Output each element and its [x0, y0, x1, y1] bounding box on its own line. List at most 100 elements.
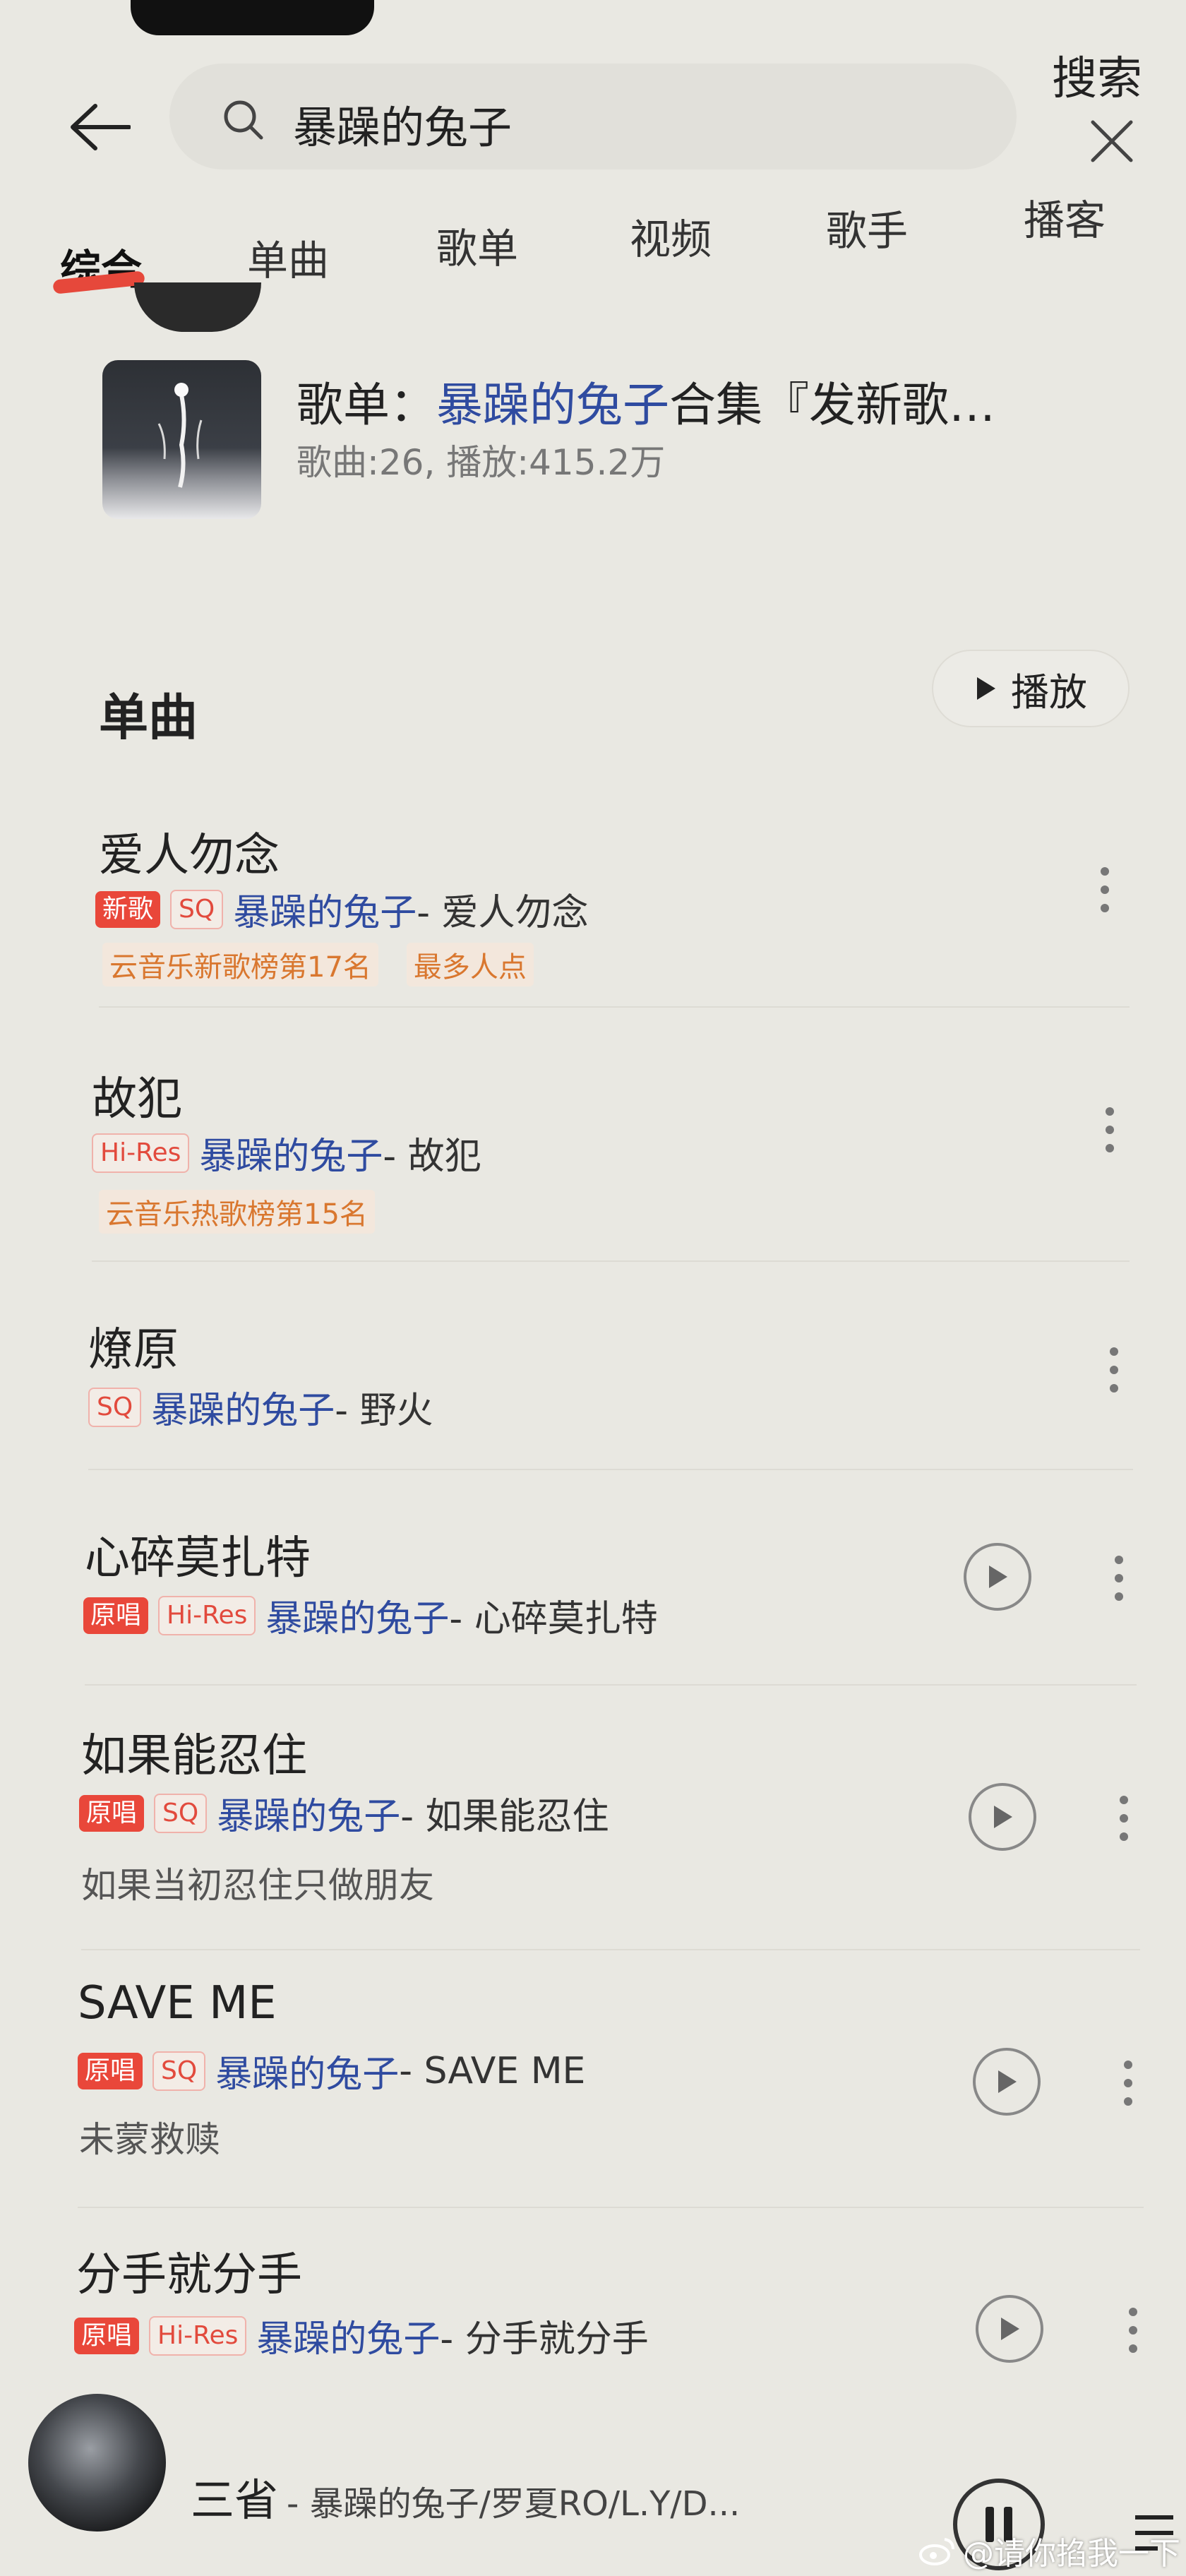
song-original: - 野火 — [335, 1390, 433, 1432]
mv-play-button[interactable] — [976, 2295, 1043, 2363]
badge-original: 原唱 — [74, 2317, 140, 2354]
song-subtitle: Hi-Res 暴躁的兔子 - 故犯 — [92, 1126, 481, 1179]
tab-podcasts[interactable]: 播客 — [1024, 187, 1106, 246]
song-subtitle: 新歌 SQ 暴躁的兔子 - 爱人勿念 — [95, 883, 589, 936]
clear-icon[interactable] — [1080, 109, 1144, 173]
song-title: 爱人勿念 — [99, 830, 280, 882]
badge-sq: SQ — [88, 1387, 142, 1427]
more-options-icon[interactable] — [1119, 2295, 1147, 2366]
song-item[interactable]: 分手就分手 原唱 Hi-Res 暴躁的兔子 - 分手就分手 — [0, 2235, 1186, 2390]
chart-tag: 云音乐新歌榜第17名 — [102, 943, 378, 986]
search-input[interactable]: 暴躁的兔子 — [169, 64, 1133, 169]
more-options-icon[interactable] — [1091, 854, 1119, 925]
mv-play-button[interactable] — [973, 2048, 1041, 2116]
song-original: - 爱人勿念 — [417, 892, 589, 934]
search-icon — [224, 100, 263, 140]
search-query[interactable]: 暴躁的兔子 — [293, 92, 512, 155]
weibo-watermark: @请你掐我一下 — [918, 2528, 1180, 2573]
song-item[interactable]: 爱人勿念 新歌 SQ 暴躁的兔子 - 爱人勿念 云音乐新歌榜第17名 最多人点 — [0, 805, 1186, 1010]
play-icon — [994, 1806, 1012, 1828]
playlist-result[interactable]: 歌单：暴躁的兔子合集『发新歌… 歌曲:26, 播放:415.2万 — [0, 339, 1186, 551]
play-all-button[interactable]: 播放 — [932, 650, 1130, 727]
mv-play-button[interactable] — [964, 1543, 1031, 1611]
search-button[interactable]: 搜索 — [1052, 42, 1142, 107]
badge-hi-res: Hi-Res — [158, 1595, 256, 1635]
song-item[interactable]: 如果能忍住 原唱 SQ 暴躁的兔子 - 如果能忍住 如果当初忍住只做朋友 — [0, 1716, 1186, 1921]
song-item[interactable]: 故犯 Hi-Res 暴躁的兔子 - 故犯 云音乐热歌榜第15名 — [0, 1052, 1186, 1257]
divider — [81, 1949, 1140, 1950]
back-arrow-icon — [71, 104, 131, 150]
playlist-title-prefix: 歌单： — [296, 378, 436, 432]
song-title: 燎原 — [88, 1324, 179, 1376]
more-options-icon[interactable] — [1110, 1783, 1138, 1854]
song-original: - 如果能忍住 — [400, 1796, 609, 1838]
mv-play-button[interactable] — [969, 1783, 1036, 1851]
song-item[interactable]: 燎原 SQ 暴躁的兔子 - 野火 — [0, 1306, 1186, 1462]
play-icon — [998, 2070, 1017, 2093]
play-icon — [989, 1566, 1007, 1588]
play-all-label: 播放 — [1011, 669, 1087, 715]
playlist-title-highlight: 暴躁的兔子 — [436, 378, 669, 432]
song-tags: 云音乐热歌榜第15名 — [99, 1190, 375, 1234]
song-subtitle: 原唱 Hi-Res 暴躁的兔子 - 心碎莫扎特 — [83, 1589, 658, 1642]
more-options-icon[interactable] — [1096, 1095, 1124, 1165]
badge-hi-res: Hi-Res — [92, 1133, 190, 1173]
song-title: 心碎莫扎特 — [85, 1532, 311, 1585]
song-original: - 分手就分手 — [440, 2318, 649, 2361]
popular-tag: 最多人点 — [406, 943, 534, 986]
badge-original: 原唱 — [79, 1794, 145, 1832]
song-title: SAVE ME — [78, 1977, 277, 2029]
tab-videos[interactable]: 视频 — [630, 206, 712, 266]
more-options-icon[interactable] — [1105, 1543, 1133, 1614]
divider — [99, 1006, 1130, 1008]
song-original: - 故犯 — [383, 1135, 481, 1178]
song-original: - SAVE ME — [399, 2049, 586, 2092]
badge-hi-res: Hi-Res — [149, 2315, 247, 2356]
playlist-cover — [102, 360, 261, 519]
song-subtitle: 原唱 Hi-Res 暴躁的兔子 - 分手就分手 — [74, 2309, 649, 2362]
badge-sq: SQ — [170, 889, 224, 929]
artist-link[interactable]: 暴躁的兔子 — [217, 1787, 400, 1839]
cover-art-icon — [157, 383, 203, 488]
artist-link[interactable]: 暴躁的兔子 — [233, 883, 417, 936]
back-button[interactable] — [64, 99, 134, 155]
playlist-meta: 歌曲:26, 播放:415.2万 — [296, 442, 666, 483]
tab-artists[interactable]: 歌手 — [826, 198, 908, 257]
divider — [85, 1684, 1137, 1686]
artist-link[interactable]: 暴躁的兔子 — [151, 1381, 335, 1433]
badge-sq: SQ — [154, 1793, 208, 1833]
more-options-icon[interactable] — [1114, 2048, 1142, 2118]
now-playing-cover[interactable] — [28, 2394, 166, 2532]
tab-songs[interactable]: 单曲 — [247, 227, 329, 287]
avatar — [134, 282, 261, 332]
play-icon — [1001, 2318, 1019, 2340]
playlist-title-suffix: 合集『发新歌… — [669, 378, 995, 432]
song-original: - 心碎莫扎特 — [449, 1598, 658, 1640]
song-subtitle: 原唱 SQ 暴躁的兔子 - 如果能忍住 — [79, 1787, 609, 1839]
song-subtitle: SQ 暴躁的兔子 - 野火 — [88, 1381, 433, 1433]
badge-sq: SQ — [152, 2051, 206, 2091]
artist-link[interactable]: 暴躁的兔子 — [265, 1589, 449, 1642]
song-item[interactable]: 心碎莫扎特 原唱 Hi-Res 暴躁的兔子 - 心碎莫扎特 — [0, 1511, 1186, 1674]
chart-tag: 云音乐热歌榜第15名 — [99, 1190, 375, 1234]
divider — [78, 2207, 1144, 2208]
song-title: 分手就分手 — [76, 2249, 302, 2301]
section-title-singles: 单曲 — [99, 688, 198, 746]
more-options-icon[interactable] — [1100, 1335, 1128, 1405]
song-title: 如果能忍住 — [81, 1730, 307, 1782]
now-playing-artists: - 暴躁的兔子/罗夏RO/L.Y/D... — [287, 2484, 741, 2524]
play-icon — [977, 677, 995, 700]
artist-link[interactable]: 暴躁的兔子 — [199, 1126, 383, 1179]
playlist-title: 歌单：暴躁的兔子合集『发新歌… — [296, 367, 995, 435]
now-playing-title: 三省 - 暴躁的兔子/罗夏RO/L.Y/D... — [191, 2464, 740, 2528]
divider — [88, 1469, 1133, 1470]
search-header: 暴躁的兔子 搜索 — [0, 0, 1186, 177]
badge-new: 新歌 — [95, 890, 161, 928]
tab-playlists[interactable]: 歌单 — [436, 215, 518, 275]
badge-original: 原唱 — [78, 2052, 143, 2089]
artist-link[interactable]: 暴躁的兔子 — [215, 2044, 399, 2097]
divider — [92, 1260, 1130, 1262]
song-item[interactable]: SAVE ME 原唱 SQ 暴躁的兔子 - SAVE ME 未蒙救赎 — [0, 1970, 1186, 2182]
badge-original: 原唱 — [83, 1597, 149, 1634]
artist-link[interactable]: 暴躁的兔子 — [256, 2309, 440, 2362]
